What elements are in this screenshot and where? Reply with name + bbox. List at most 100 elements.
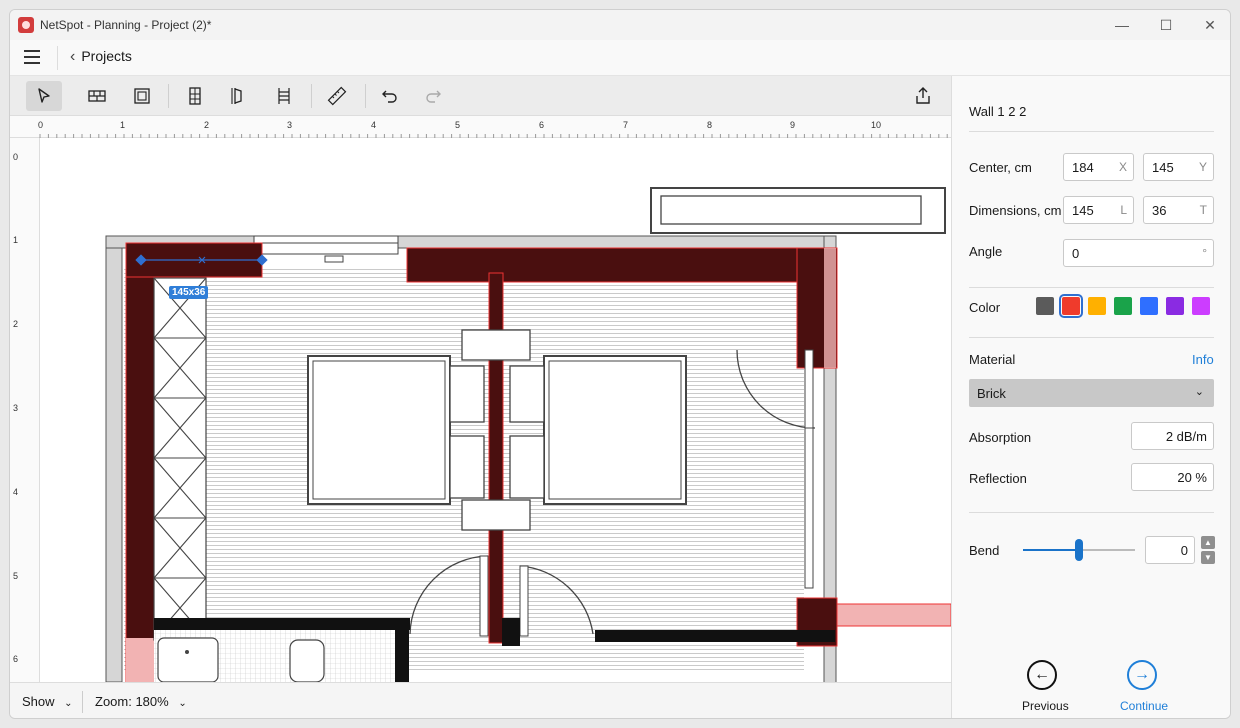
- angle-unit: °: [1202, 246, 1207, 260]
- undo-button[interactable]: [372, 81, 408, 111]
- center-y-unit: Y: [1198, 160, 1207, 174]
- absorption-label: Absorption: [969, 430, 1032, 445]
- ruler-label: 3: [287, 120, 293, 130]
- ruler-label: 8: [707, 120, 713, 130]
- nav-divider: [57, 46, 58, 70]
- ruler-label: 9: [790, 120, 796, 130]
- stairs-icon: [278, 88, 290, 104]
- maximize-button[interactable]: ☐: [1148, 14, 1184, 36]
- ruler-label: 0: [38, 120, 44, 130]
- ruler-label: 3: [13, 403, 19, 413]
- redo-icon: [426, 90, 441, 103]
- reflection-label: Reflection: [969, 471, 1027, 486]
- redo-button[interactable]: [415, 81, 451, 111]
- material-value: Brick: [977, 386, 1006, 401]
- chevron-left-icon: ‹: [70, 48, 76, 65]
- ruler-ticks: [39, 134, 948, 138]
- ruler-label: 10: [871, 120, 882, 130]
- zoom-label: Zoom: 180%: [95, 694, 169, 709]
- material-label: Material: [969, 352, 1016, 367]
- stairs-tool-button[interactable]: [266, 81, 302, 111]
- ruler-label: 1: [13, 235, 19, 245]
- ruler-label: 4: [13, 487, 19, 497]
- room-tool-button[interactable]: [124, 81, 160, 111]
- window-icon: [231, 88, 242, 104]
- dimension-thickness-unit: T: [1199, 203, 1207, 217]
- dimensions-label: Dimensions, cm: [969, 203, 1062, 218]
- dimension-thickness-input[interactable]: 36 T: [1143, 196, 1214, 224]
- center-y-input[interactable]: 145 Y: [1143, 153, 1214, 181]
- bend-stepper[interactable]: ▲ ▼: [1201, 536, 1215, 564]
- chevron-up-icon[interactable]: ▲: [1201, 536, 1215, 549]
- reflection-value: 20 %: [1177, 470, 1207, 485]
- previous-button[interactable]: ←: [1027, 660, 1057, 690]
- color-swatch[interactable]: [1192, 297, 1210, 315]
- material-info-link[interactable]: Info: [1192, 352, 1214, 367]
- status-bar: Show ⌄ Zoom: 180% ⌄: [10, 682, 951, 718]
- ruler-label: 6: [539, 120, 545, 130]
- netspot-logo-icon: [18, 17, 34, 33]
- color-swatch[interactable]: [1140, 297, 1158, 315]
- toolbar-divider: [168, 84, 169, 108]
- window-tool-button[interactable]: [220, 81, 256, 111]
- horizontal-ruler: 0 1 2 3 4 5 6 7 8 9 10: [10, 116, 951, 138]
- undo-icon: [382, 90, 397, 103]
- angle-value: 0: [1072, 246, 1080, 261]
- wall-tool-button[interactable]: [79, 81, 115, 111]
- back-label: Projects: [81, 48, 132, 64]
- properties-panel: Wall 1 2 2 Center, cm 184 X 145 Y Dimens…: [951, 76, 1230, 718]
- color-swatch[interactable]: [1166, 297, 1184, 315]
- title-bar: NetSpot - Planning - Project (2)* — ☐ ✕: [10, 10, 1230, 40]
- show-dropdown[interactable]: Show ⌄: [22, 694, 73, 709]
- door-icon: [189, 87, 201, 105]
- select-tool-button[interactable]: [26, 81, 62, 111]
- bend-slider-thumb[interactable]: [1075, 539, 1083, 561]
- zoom-dropdown[interactable]: Zoom: 180% ⌄: [95, 694, 187, 709]
- share-button[interactable]: [905, 81, 941, 111]
- ruler-label: 2: [204, 120, 210, 130]
- minimize-button[interactable]: —: [1104, 14, 1140, 36]
- chevron-down-icon: ⌄: [1194, 386, 1204, 398]
- dimension-length-value: 145: [1072, 203, 1094, 218]
- angle-label: Angle: [969, 244, 1003, 259]
- absorption-input[interactable]: 2 dB/m: [1131, 422, 1214, 450]
- bend-label: Bend: [969, 543, 1000, 558]
- divider: [969, 337, 1214, 338]
- color-swatch[interactable]: [1036, 297, 1054, 315]
- dimension-length-input[interactable]: 145 L: [1063, 196, 1134, 224]
- color-swatch[interactable]: [1059, 294, 1083, 318]
- room-icon: [134, 88, 150, 104]
- ruler-label: 0: [13, 152, 19, 162]
- reflection-input[interactable]: 20 %: [1131, 463, 1214, 491]
- status-divider: [82, 691, 83, 713]
- hamburger-menu-icon[interactable]: [24, 50, 40, 64]
- divider: [969, 512, 1214, 513]
- chevron-down-icon[interactable]: ▼: [1201, 551, 1215, 564]
- color-swatch[interactable]: [1114, 297, 1132, 315]
- color-label: Color: [969, 300, 1001, 315]
- angle-input[interactable]: 0 °: [1063, 239, 1214, 267]
- continue-button[interactable]: →: [1127, 660, 1157, 690]
- floor-plan-canvas[interactable]: 0 1 2 3 4 5 6 7 8 9 10 0 1 2 3 4 5 6 145…: [10, 116, 951, 682]
- bend-value: 0: [1180, 543, 1188, 558]
- bend-slider-fill: [1023, 549, 1079, 551]
- material-select[interactable]: Brick ⌄: [969, 379, 1214, 407]
- measure-tool-button[interactable]: [319, 81, 355, 111]
- previous-label: Previous: [1022, 699, 1069, 713]
- pointer-arrow-icon: [38, 88, 50, 103]
- bend-input[interactable]: 0: [1145, 536, 1195, 564]
- show-label: Show: [22, 694, 55, 709]
- door-tool-button[interactable]: [177, 81, 213, 111]
- center-x-unit: X: [1118, 160, 1127, 174]
- toolbar-divider: [365, 84, 366, 108]
- back-to-projects-link[interactable]: ‹ Projects: [70, 48, 132, 66]
- wall-brick-icon: [88, 90, 106, 102]
- divider: [969, 287, 1214, 288]
- center-x-input[interactable]: 184 X: [1063, 153, 1134, 181]
- close-button[interactable]: ✕: [1192, 14, 1228, 36]
- floor-plan-drawing[interactable]: [40, 138, 951, 682]
- continue-label: Continue: [1120, 699, 1169, 713]
- color-swatch[interactable]: [1088, 297, 1106, 315]
- wall-dimension-badge: 145x36: [169, 286, 209, 299]
- ruler-label: 7: [623, 120, 629, 130]
